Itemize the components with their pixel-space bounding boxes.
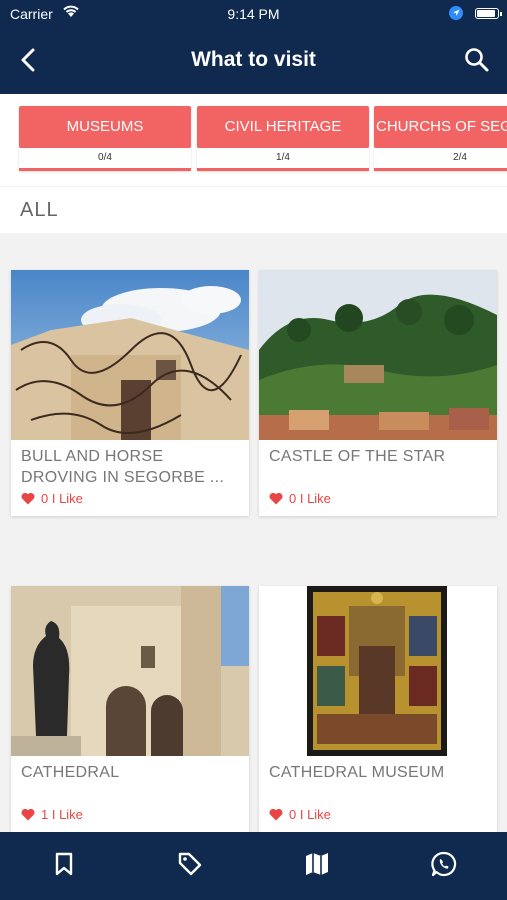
like-button[interactable]: 0 I Like — [259, 807, 341, 822]
place-name: CASTLE OF THE STAR — [269, 448, 446, 465]
heart-icon — [21, 492, 35, 505]
whatsapp-icon[interactable] — [430, 850, 458, 878]
place-name: BULL AND HORSE DROVING IN SEGORBE ... — [21, 448, 225, 486]
like-count: 0 I Like — [41, 491, 83, 506]
place-photo — [11, 270, 249, 440]
heart-icon — [21, 808, 35, 821]
place-photo — [11, 586, 249, 756]
heart-icon — [269, 492, 283, 505]
category-progress: 0/4 — [19, 148, 191, 171]
category-museums[interactable]: MUSEUMS 0/4 — [19, 106, 191, 171]
location-arrow-icon — [449, 6, 463, 20]
like-button[interactable]: 0 I Like — [11, 491, 93, 506]
like-count: 1 I Like — [41, 807, 83, 822]
section-header: ALL — [0, 186, 507, 233]
nav-row: What to visit — [0, 40, 507, 80]
category-button[interactable]: MUSEUMS — [19, 106, 191, 148]
like-count: 0 I Like — [289, 491, 331, 506]
top-bar: Carrier 9:14 PM What to visit — [0, 0, 507, 94]
heart-icon — [269, 808, 283, 821]
category-button[interactable]: CIVIL HERITAGE — [197, 106, 369, 148]
tag-icon[interactable] — [176, 850, 204, 878]
place-name: CATHEDRAL — [21, 764, 120, 781]
place-card[interactable]: CASTLE OF THE STAR 0 I Like — [259, 270, 497, 516]
category-progress: 2/4 — [374, 148, 507, 171]
category-strip: MUSEUMS 0/4 CIVIL HERITAGE 1/4 CHURCHS O… — [0, 94, 507, 186]
place-photo — [259, 270, 497, 440]
like-count: 0 I Like — [289, 807, 331, 822]
place-card[interactable]: BULL AND HORSE DROVING IN SEGORBE ... 0 … — [11, 270, 249, 516]
place-card[interactable]: CATHEDRAL 1 I Like — [11, 586, 249, 832]
place-photo — [259, 586, 497, 756]
place-card[interactable]: CATHEDRAL MUSEUM 0 I Like — [259, 586, 497, 832]
category-progress: 1/4 — [197, 148, 369, 171]
status-bar: Carrier 9:14 PM — [0, 0, 507, 28]
like-button[interactable]: 1 I Like — [11, 807, 93, 822]
clock: 9:14 PM — [227, 6, 280, 22]
battery-icon — [475, 8, 502, 19]
page-title: What to visit — [191, 48, 316, 71]
category-button[interactable]: CHURCHS OF SEGORBE — [374, 106, 507, 148]
like-button[interactable]: 0 I Like — [259, 491, 341, 506]
category-civil-heritage[interactable]: CIVIL HERITAGE 1/4 — [197, 106, 369, 171]
map-icon[interactable] — [303, 850, 331, 878]
category-churchs[interactable]: CHURCHS OF SEGORBE 2/4 — [374, 106, 507, 171]
place-name: CATHEDRAL MUSEUM — [269, 764, 445, 781]
bottom-tab-bar — [0, 832, 507, 900]
search-icon[interactable] — [463, 46, 491, 74]
bookmark-icon[interactable] — [50, 850, 78, 878]
section-title: ALL — [20, 199, 59, 221]
